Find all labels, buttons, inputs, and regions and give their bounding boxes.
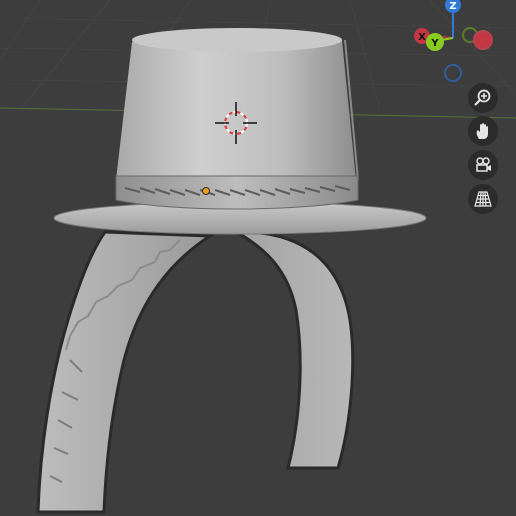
perspective-toggle-button[interactable] [468,184,498,214]
pan-hand-icon [476,123,488,139]
arch-left-leg[interactable] [36,230,215,514]
gizmo-y-label: Y [430,38,439,49]
origin-point[interactable] [202,187,210,195]
camera-view-icon [476,157,491,172]
arch-right-leg[interactable] [230,230,355,470]
gizmo-x-label: X [418,32,426,43]
zoom-button[interactable] [468,83,498,113]
hat-band[interactable] [115,175,359,210]
navigation-gizmo[interactable]: Z X Y [400,0,516,90]
3d-viewport[interactable]: Z X Y [0,0,516,516]
zoom-icon [474,89,491,106]
perspective-grid-icon [474,191,492,207]
gizmo-neg-z-icon[interactable] [444,64,462,82]
pan-button[interactable] [468,116,498,146]
hat-crown[interactable] [116,28,359,181]
camera-view-button[interactable] [468,150,498,180]
gizmo-z-label: Z [449,1,456,12]
gizmo-neg-x-icon[interactable] [473,30,493,50]
